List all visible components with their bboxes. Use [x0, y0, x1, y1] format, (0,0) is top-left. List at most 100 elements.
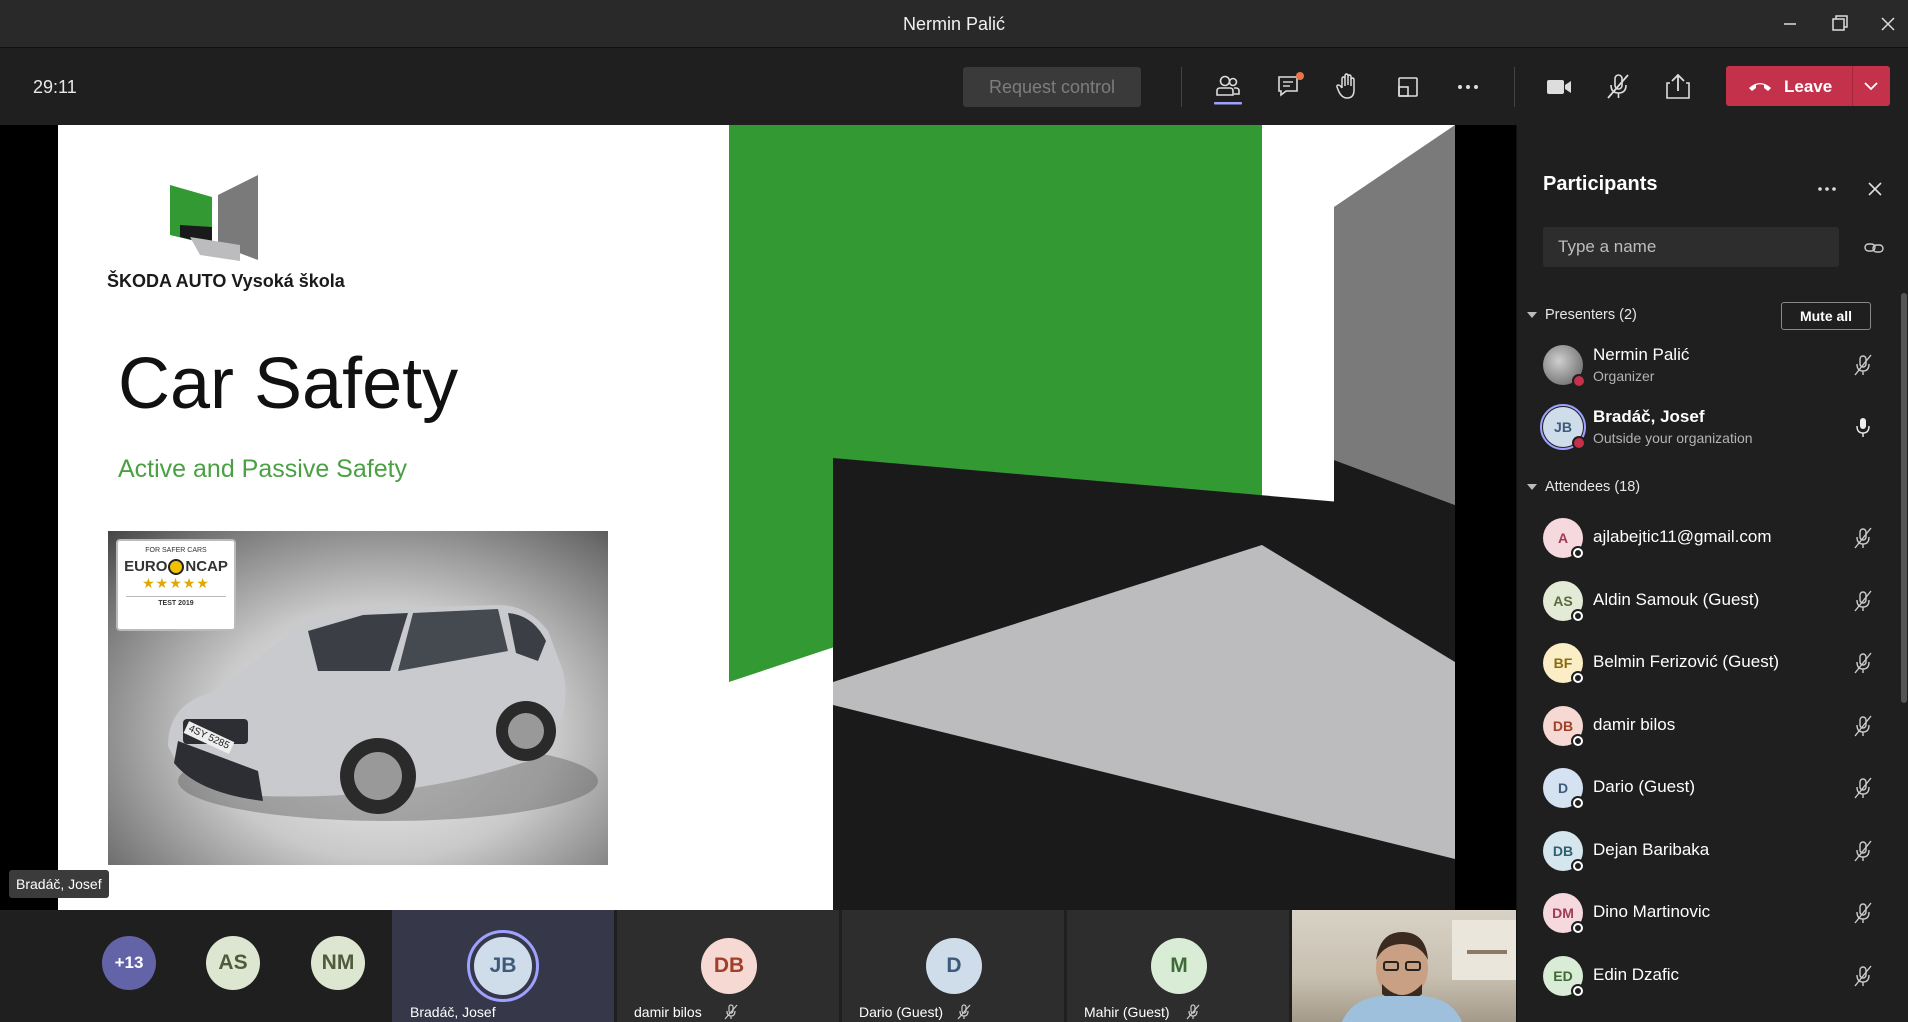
minimize-icon[interactable]: [1776, 10, 1804, 38]
participant-row[interactable]: D Dario (Guest): [1517, 757, 1889, 819]
participant-name: damir bilos: [1593, 714, 1676, 734]
phone-hangup-icon: [1749, 83, 1771, 91]
close-window-icon[interactable]: [1874, 10, 1902, 38]
slide-subtitle: Active and Passive Safety: [118, 455, 408, 483]
restore-icon[interactable]: [1826, 10, 1854, 38]
camera-icon[interactable]: [1541, 69, 1577, 105]
presenters-label: Presenters (2): [1545, 307, 1637, 323]
tile-avatar: JB: [474, 937, 532, 995]
presence-offline-icon: [1571, 733, 1585, 748]
participant-row[interactable]: DM Dino Martinovic: [1517, 882, 1889, 944]
tile-name: damir bilos: [634, 1004, 702, 1020]
mic-muted-icon[interactable]: [1600, 69, 1636, 105]
mic-muted-icon[interactable]: [1851, 589, 1875, 613]
participant-name: Dario (Guest): [1593, 777, 1696, 796]
presenters-section-header[interactable]: Presenters (2): [1527, 307, 1637, 323]
tile-avatar: M: [1151, 938, 1207, 994]
participant-row[interactable]: JB Bradáč, Josef Outside your organizati…: [1517, 396, 1889, 458]
collapse-icon: [1527, 312, 1537, 319]
panel-title: Participants: [1543, 173, 1658, 195]
slide-logo-text: ŠKODA AUTO Vysoká škola: [107, 271, 345, 291]
mic-muted-icon: [724, 1004, 738, 1020]
title-bar: Nermin Palić: [0, 0, 1908, 48]
video-tile[interactable]: JB Bradáč, Josef: [392, 910, 614, 1022]
car-image: 4SY 5285 FOR SAFER CARS EURO NCAP ★★★★★ T…: [108, 531, 608, 865]
close-icon[interactable]: [1863, 177, 1887, 201]
video-tile[interactable]: D Dario (Guest): [842, 910, 1064, 1022]
self-video[interactable]: [1292, 910, 1516, 1022]
mic-on-icon[interactable]: [1851, 415, 1875, 439]
mic-muted-icon[interactable]: [1851, 714, 1875, 738]
presenter-name-label: Bradáč, Josef: [9, 870, 109, 898]
layout-icon[interactable]: [1390, 69, 1426, 105]
participant-row[interactable]: Aajlabejtic11@gmail.com: [1517, 507, 1889, 569]
mic-muted-icon[interactable]: [1851, 526, 1875, 550]
chat-icon[interactable]: [1272, 69, 1308, 105]
presentation-slide: ŠKODA AUTO Vysoká škola Car Safety Activ…: [58, 125, 1455, 910]
attendees-section-header[interactable]: Attendees (18): [1527, 479, 1640, 495]
badge-brand-left: EURO: [124, 558, 168, 575]
skoda-logo-icon: [170, 175, 258, 261]
strip-avatar[interactable]: AS: [206, 936, 260, 990]
shared-content-stage: ŠKODA AUTO Vysoká škola Car Safety Activ…: [0, 125, 1516, 910]
participants-icon[interactable]: [1210, 69, 1246, 105]
video-tile[interactable]: M Mahir (Guest): [1067, 910, 1289, 1022]
scrollbar[interactable]: [1901, 293, 1907, 703]
more-options-icon[interactable]: [1815, 177, 1839, 201]
video-tile[interactable]: DB damir bilos: [617, 910, 839, 1022]
participant-row[interactable]: DB damir bilos: [1517, 695, 1889, 757]
tile-name: Bradáč, Josef: [410, 1004, 496, 1020]
more-options-icon[interactable]: [1450, 69, 1486, 105]
mic-muted-icon[interactable]: [1851, 839, 1875, 863]
euro-ncap-badge: FOR SAFER CARS EURO NCAP ★★★★★ TEST 2019: [116, 539, 236, 631]
toolbar-divider: [1181, 67, 1182, 107]
more-participants-button[interactable]: +13: [102, 936, 156, 990]
participant-name: Bradáč, Josef: [1593, 407, 1705, 426]
raise-hand-icon[interactable]: [1330, 69, 1366, 105]
participant-row[interactable]: DB Dejan Baribaka: [1517, 820, 1889, 882]
mic-muted-icon[interactable]: [1851, 901, 1875, 925]
mic-muted-icon[interactable]: [1851, 776, 1875, 800]
collapse-icon: [1527, 484, 1537, 491]
mic-muted-icon[interactable]: [1851, 651, 1875, 675]
participant-row[interactable]: Nermin Palić Organizer: [1517, 334, 1889, 396]
share-invite-link-icon[interactable]: [1863, 237, 1885, 259]
leave-button[interactable]: Leave: [1726, 66, 1890, 106]
participant-role: Organizer: [1593, 368, 1655, 384]
search-input[interactable]: [1543, 227, 1839, 267]
participant-row[interactable]: BF Belmin Ferizović (Guest): [1517, 632, 1889, 694]
meeting-toolbar: 29:11 Request control Leave: [0, 49, 1908, 125]
tile-name: Dario (Guest): [859, 1004, 944, 1020]
participant-name: Nermin Palić: [1593, 345, 1690, 364]
strip-avatar[interactable]: NM: [311, 936, 365, 990]
participants-panel: Participants Presenters (2) Mute all Ner…: [1516, 125, 1908, 1022]
participant-row[interactable]: AS Aldin Samouk (Guest): [1517, 570, 1889, 632]
participant-row[interactable]: ED Edin Dzafic: [1517, 945, 1889, 1007]
mute-all-button[interactable]: Mute all: [1781, 302, 1871, 330]
mic-muted-icon[interactable]: [1851, 964, 1875, 988]
presence-offline-icon: [1571, 608, 1585, 623]
window-title: Nermin Palić: [902, 14, 1006, 34]
tile-name: Mahir (Guest): [1084, 1004, 1170, 1020]
presence-offline-icon: [1571, 983, 1585, 998]
chevron-down-icon[interactable]: [1862, 78, 1880, 94]
meeting-timer: 29:11: [33, 77, 77, 97]
badge-stars: ★★★★★: [142, 575, 210, 592]
request-control-button[interactable]: Request control: [963, 67, 1141, 107]
presence-busy-icon: [1574, 376, 1584, 386]
presence-dnd-icon: [1574, 438, 1584, 448]
toolbar-divider: [1514, 67, 1515, 107]
participant-name: Dino Martinovic: [1593, 902, 1711, 921]
self-video-person: [1342, 920, 1516, 1022]
share-screen-icon[interactable]: [1660, 69, 1696, 105]
participant-name: Aldin Samouk (Guest): [1593, 589, 1760, 609]
tile-avatar: DB: [701, 938, 757, 994]
mic-muted-icon[interactable]: [1851, 353, 1875, 377]
leave-divider: [1852, 66, 1853, 106]
participant-strip: +13 AS NM JB Bradáč, Josef DB damir bilo…: [0, 910, 1516, 1022]
participant-name: Edin Dzafic: [1593, 964, 1679, 984]
slide-title: Car Safety: [118, 344, 459, 424]
presence-offline-icon: [1571, 858, 1585, 873]
presence-offline-icon: [1571, 921, 1585, 935]
participant-name: Belmin Ferizović (Guest): [1593, 652, 1780, 671]
